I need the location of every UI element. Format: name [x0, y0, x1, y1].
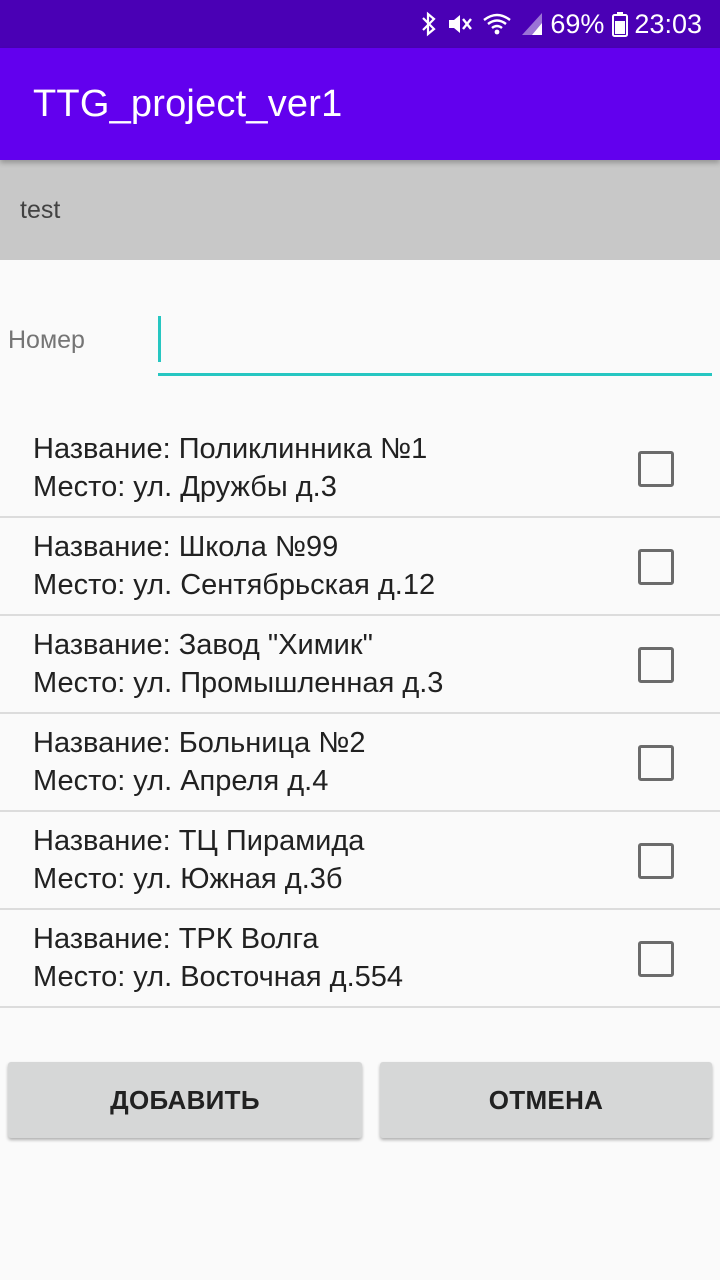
list-item[interactable]: Название: Школа №99 Место: ул. Сентябрьс… [0, 518, 720, 616]
item-place: Место: ул. Дружбы д.3 [33, 471, 337, 503]
item-checkbox[interactable] [638, 745, 674, 781]
item-name: Название: ТЦ Пирамида [33, 825, 365, 857]
item-name: Название: ТРК Волга [33, 923, 319, 955]
signal-icon [520, 11, 544, 37]
wifi-icon [482, 11, 512, 37]
cancel-button[interactable]: ОТМЕНА [380, 1062, 712, 1138]
list-item[interactable]: Название: Поликлинника №1 Место: ул. Дру… [0, 420, 720, 518]
item-text: Название: Больница №2 Место: ул. Апреля … [33, 724, 366, 800]
number-label: Номер [8, 326, 85, 354]
item-text: Название: ТРК Волга Место: ул. Восточная… [33, 920, 403, 996]
list-item[interactable]: Название: ТЦ Пирамида Место: ул. Южная д… [0, 812, 720, 910]
app-title: TTG_project_ver1 [33, 82, 343, 125]
number-row: Номер [0, 300, 720, 380]
subtitle-text: test [20, 195, 61, 224]
item-text: Название: Поликлинника №1 Место: ул. Дру… [33, 430, 427, 506]
objects-list: Название: Поликлинника №1 Место: ул. Дру… [0, 420, 720, 1008]
item-place: Место: ул. Апреля д.4 [33, 765, 329, 797]
item-name: Название: Больница №2 [33, 727, 366, 759]
item-name: Название: Поликлинника №1 [33, 433, 428, 465]
item-text: Название: Школа №99 Место: ул. Сентябрьс… [33, 528, 435, 604]
item-text: Название: ТЦ Пирамида Место: ул. Южная д… [33, 822, 364, 898]
subtitle-strip: test [0, 160, 720, 260]
number-input[interactable] [158, 310, 712, 376]
item-place: Место: ул. Восточная д.554 [33, 961, 404, 993]
item-checkbox[interactable] [638, 843, 674, 879]
battery-icon [612, 11, 629, 37]
battery-percent: 69% [550, 8, 605, 39]
item-place: Место: ул. Южная д.3б [33, 863, 343, 895]
item-name: Название: Школа №99 [33, 531, 339, 563]
item-checkbox[interactable] [638, 451, 674, 487]
item-checkbox[interactable] [638, 941, 674, 977]
app-bar: TTG_project_ver1 [0, 48, 720, 160]
list-item[interactable]: Название: ТРК Волга Место: ул. Восточная… [0, 910, 720, 1008]
status-bar: 69% 23:03 [0, 0, 720, 48]
item-checkbox[interactable] [638, 647, 674, 683]
item-place: Место: ул. Сентябрьская д.12 [33, 569, 436, 601]
item-checkbox[interactable] [638, 549, 674, 585]
add-button[interactable]: ДОБАВИТЬ [8, 1062, 362, 1138]
clock: 23:03 [634, 8, 702, 39]
list-item[interactable]: Название: Завод "Химик" Место: ул. Промы… [0, 616, 720, 714]
action-buttons: ДОБАВИТЬ ОТМЕНА [0, 1062, 720, 1142]
item-text: Название: Завод "Химик" Место: ул. Промы… [33, 626, 443, 702]
list-item[interactable]: Название: Больница №2 Место: ул. Апреля … [0, 714, 720, 812]
text-cursor [158, 316, 161, 362]
item-name: Название: Завод "Химик" [33, 629, 373, 661]
mute-icon [446, 11, 474, 37]
bluetooth-icon [420, 11, 438, 37]
item-place: Место: ул. Промышленная д.3 [33, 667, 444, 699]
